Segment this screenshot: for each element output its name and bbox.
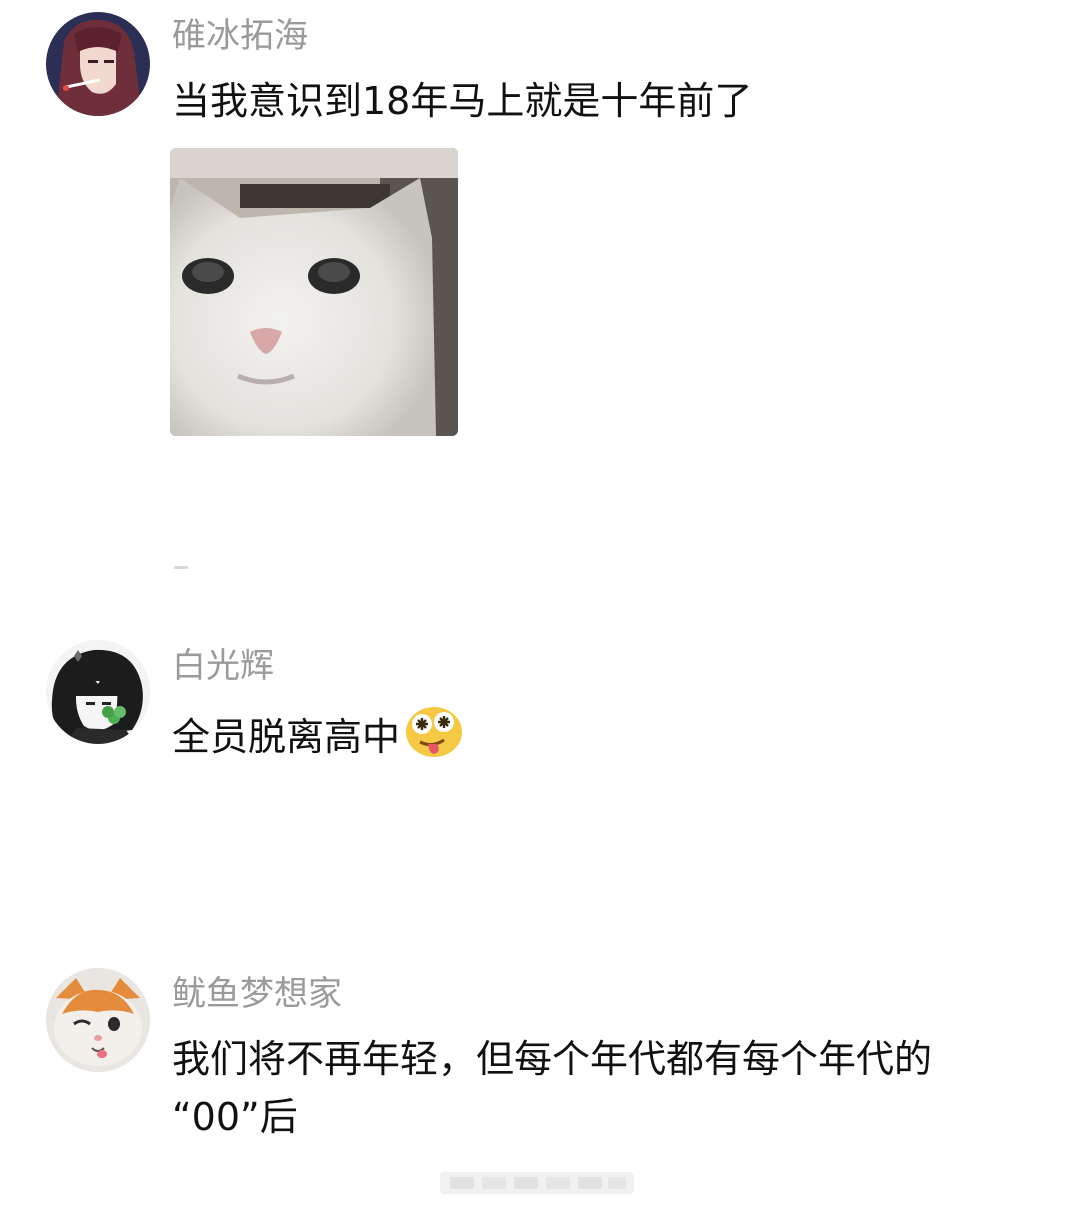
comment-text-content: 全员脱离高中 [172, 715, 401, 759]
cat-meme-image[interactable] [170, 148, 458, 436]
comment-text-line: “00”后 [172, 1095, 298, 1139]
dizzy-tongue-emoji-icon [404, 704, 464, 758]
user-avatar-2[interactable] [46, 640, 150, 744]
comment-text-2: 全员脱离高中 [172, 704, 1052, 766]
user-avatar-1[interactable] [46, 12, 150, 116]
comment-text-3: 我们将不再年轻，但每个年代都有每个年代的 “00”后 [172, 1030, 1052, 1146]
anime-girl-avatar-icon [46, 12, 150, 116]
comment-text-line: 我们将不再年轻，但每个年代都有每个年代的 [172, 1037, 933, 1081]
username-3[interactable]: 鱿鱼梦想家 [172, 974, 342, 1014]
user-avatar-3[interactable] [46, 968, 150, 1072]
kitten-avatar-icon [46, 968, 150, 1072]
divider-dash [174, 566, 188, 569]
white-cat-meme-image-icon [170, 148, 458, 436]
comment-text-1: 当我意识到18年马上就是十年前了 [172, 72, 1052, 130]
comment-text-line: 当我意识到18年马上就是十年前了 [172, 79, 753, 123]
anime-boy-avatar-icon [46, 640, 150, 744]
comment-text-line: 全员脱离高中 [172, 704, 1052, 766]
username-1[interactable]: 碓冰拓海 [172, 16, 308, 56]
username-2[interactable]: 白光辉 [172, 646, 274, 686]
watermark-icon [440, 1168, 634, 1198]
